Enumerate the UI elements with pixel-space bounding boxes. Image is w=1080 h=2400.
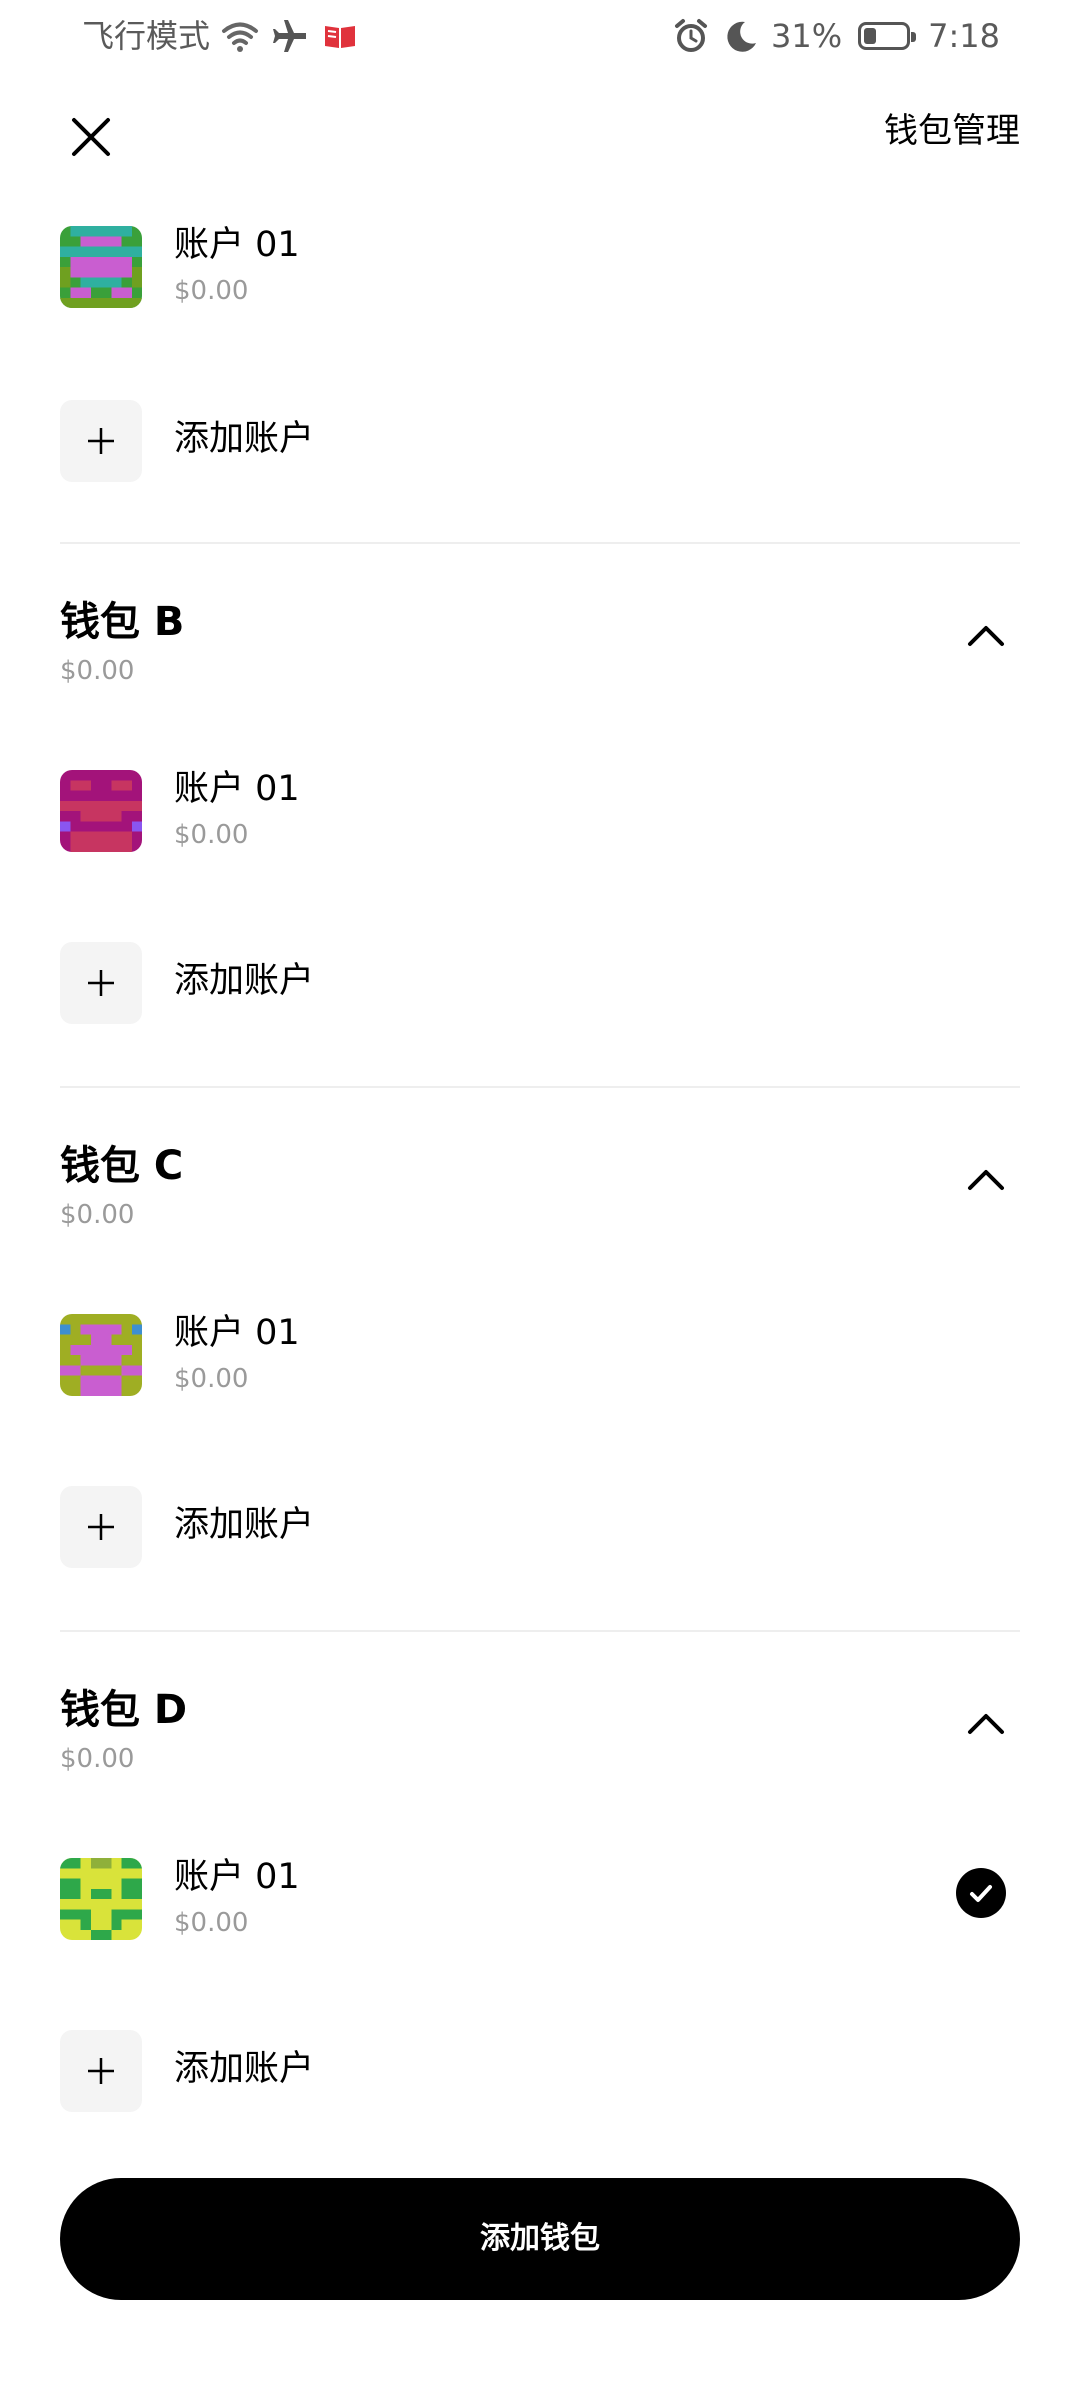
add-account-label: 添加账户: [174, 419, 315, 459]
moon-icon: [727, 21, 757, 52]
account-balance: $0.00: [174, 276, 249, 306]
airplane-icon: [273, 20, 307, 52]
plus-box: [60, 2030, 142, 2112]
battery-fill: [864, 28, 877, 44]
wifi-icon: [222, 22, 259, 52]
clock: 7:18: [928, 17, 1000, 55]
book-icon: [325, 26, 356, 48]
add-account-button[interactable]: 添加账户: [60, 400, 560, 484]
wallet-manage-link[interactable]: 钱包管理: [884, 108, 1020, 154]
account-avatar: [60, 226, 142, 308]
plus-box: [60, 1486, 142, 1568]
wallet-header-c: 钱包 C $0.00: [60, 1140, 1020, 1240]
add-account-label: 添加账户: [174, 961, 315, 1001]
close-icon[interactable]: [62, 108, 120, 166]
divider: [60, 1630, 1020, 1632]
wallet-name: 钱包 C: [60, 1143, 184, 1189]
plus-icon: [88, 428, 114, 454]
wallet-header-d: 钱包 D $0.00: [60, 1684, 1020, 1784]
wallet-balance: $0.00: [60, 656, 135, 686]
account-name: 账户 01: [174, 1857, 300, 1897]
add-wallet-button[interactable]: 添加钱包: [60, 2178, 1020, 2300]
plus-icon: [88, 970, 114, 996]
account-name: 账户 01: [174, 769, 300, 809]
account-balance: $0.00: [174, 1908, 249, 1938]
add-account-button[interactable]: 添加账户: [60, 1486, 560, 1570]
plus-box: [60, 942, 142, 1024]
divider: [60, 542, 1020, 544]
battery-icon: [858, 22, 917, 50]
plus-icon: [88, 2058, 114, 2084]
divider: [60, 1086, 1020, 1088]
wallet-name: 钱包 B: [60, 599, 185, 645]
wallet-name: 钱包 D: [60, 1687, 188, 1733]
account-row-selected[interactable]: 账户 01 $0.00: [60, 1857, 1020, 1942]
account-avatar: [60, 1314, 142, 1396]
account-name: 账户 01: [174, 225, 300, 265]
account-avatar: [60, 770, 142, 852]
status-left: 飞行模式: [82, 14, 360, 58]
account-row[interactable]: 账户 01 $0.00: [60, 1313, 1020, 1398]
plus-icon: [88, 1514, 114, 1540]
wallet-balance: $0.00: [60, 1744, 135, 1774]
chevron-up-icon[interactable]: [962, 1704, 1010, 1744]
add-account-label: 添加账户: [174, 1505, 315, 1545]
status-right: 31% 7:18: [671, 14, 1000, 58]
battery-percent: 31%: [771, 17, 843, 55]
plus-box: [60, 400, 142, 482]
chevron-up-icon[interactable]: [962, 1160, 1010, 1200]
add-account-label: 添加账户: [174, 2049, 315, 2089]
add-account-button[interactable]: 添加账户: [60, 942, 560, 1026]
selected-check-icon: [956, 1868, 1006, 1918]
account-balance: $0.00: [174, 820, 249, 850]
chevron-up-icon[interactable]: [962, 616, 1010, 656]
wallet-header-b: 钱包 B $0.00: [60, 596, 1020, 696]
account-balance: $0.00: [174, 1364, 249, 1394]
header: 钱包管理: [0, 90, 1080, 170]
airplane-mode-label: 飞行模式: [82, 17, 211, 55]
account-row[interactable]: 账户 01 $0.00: [60, 769, 1020, 854]
alarm-icon: [675, 19, 708, 52]
account-name: 账户 01: [174, 1313, 300, 1353]
status-bar: 飞行模式 31% 7:18: [0, 0, 1080, 72]
add-account-button[interactable]: 添加账户: [60, 2030, 560, 2114]
wallet-balance: $0.00: [60, 1200, 135, 1230]
account-avatar: [60, 1858, 142, 1940]
account-row[interactable]: 账户 01 $0.00: [60, 225, 1020, 310]
